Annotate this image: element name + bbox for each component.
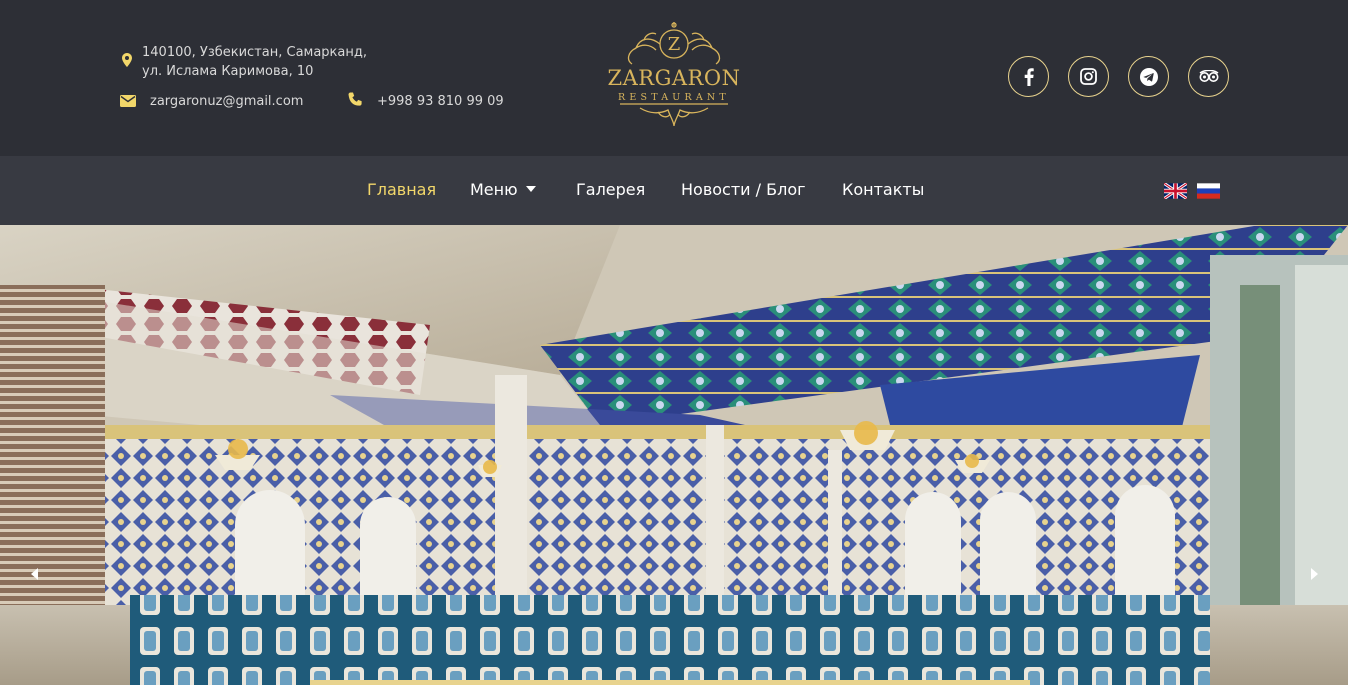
location-pin-icon [122,53,132,67]
hero-slider [0,225,1348,685]
restaurant-hall-photo [0,225,1348,685]
restaurant-logo[interactable]: Z ZARGARON RESTAURANT [600,22,748,128]
nav-item-news-blog[interactable]: Новости / Блог [681,180,806,199]
facebook-icon [1024,67,1034,86]
chevron-right-icon[interactable] [1311,568,1318,580]
nav-item-menu[interactable]: Меню [470,180,536,199]
chevron-left-icon[interactable] [31,568,38,580]
email-link[interactable]: zargaronuz@gmail.com [150,94,303,109]
hero-accent-bar [310,680,1030,685]
facebook-button[interactable] [1008,56,1049,97]
email-block[interactable]: zargaronuz@gmail.com [120,92,303,111]
tripadvisor-button[interactable] [1188,56,1229,97]
english-flag-icon[interactable] [1164,183,1187,199]
chevron-down-icon [525,186,536,192]
nav-item-menu-label: Меню [470,180,518,199]
logo-monogram: Z [667,34,681,55]
nav-item-home[interactable]: Главная [367,180,436,199]
nav-item-contacts[interactable]: Контакты [842,180,924,199]
telegram-button[interactable] [1128,56,1169,97]
logo-brand-text: ZARGARON [607,66,741,90]
instagram-icon [1080,68,1097,85]
envelope-icon [120,95,136,107]
phone-link[interactable]: +998 93 810 99 09 [377,94,504,109]
address-line-1: 140100, Узбекистан, Самарканд, [142,45,367,60]
logo-sub-text: RESTAURANT [618,92,730,103]
top-header: 140100, Узбекистан, Самарканд, ул. Ислам… [0,0,1348,156]
nav-item-gallery[interactable]: Галерея [576,180,645,199]
phone-icon [348,92,362,106]
address-line-2: ул. Ислама Каримова, 10 [142,64,314,79]
telegram-icon [1139,67,1158,86]
instagram-button[interactable] [1068,56,1109,97]
phone-block[interactable]: +998 93 810 99 09 [347,92,504,111]
main-navigation: Главная Меню Галерея Новости / Блог Конт… [0,156,1348,225]
address-block: 140100, Узбекистан, Самарканд, ул. Ислам… [120,43,367,81]
tripadvisor-icon [1199,70,1218,82]
russian-flag-icon[interactable] [1197,183,1220,199]
